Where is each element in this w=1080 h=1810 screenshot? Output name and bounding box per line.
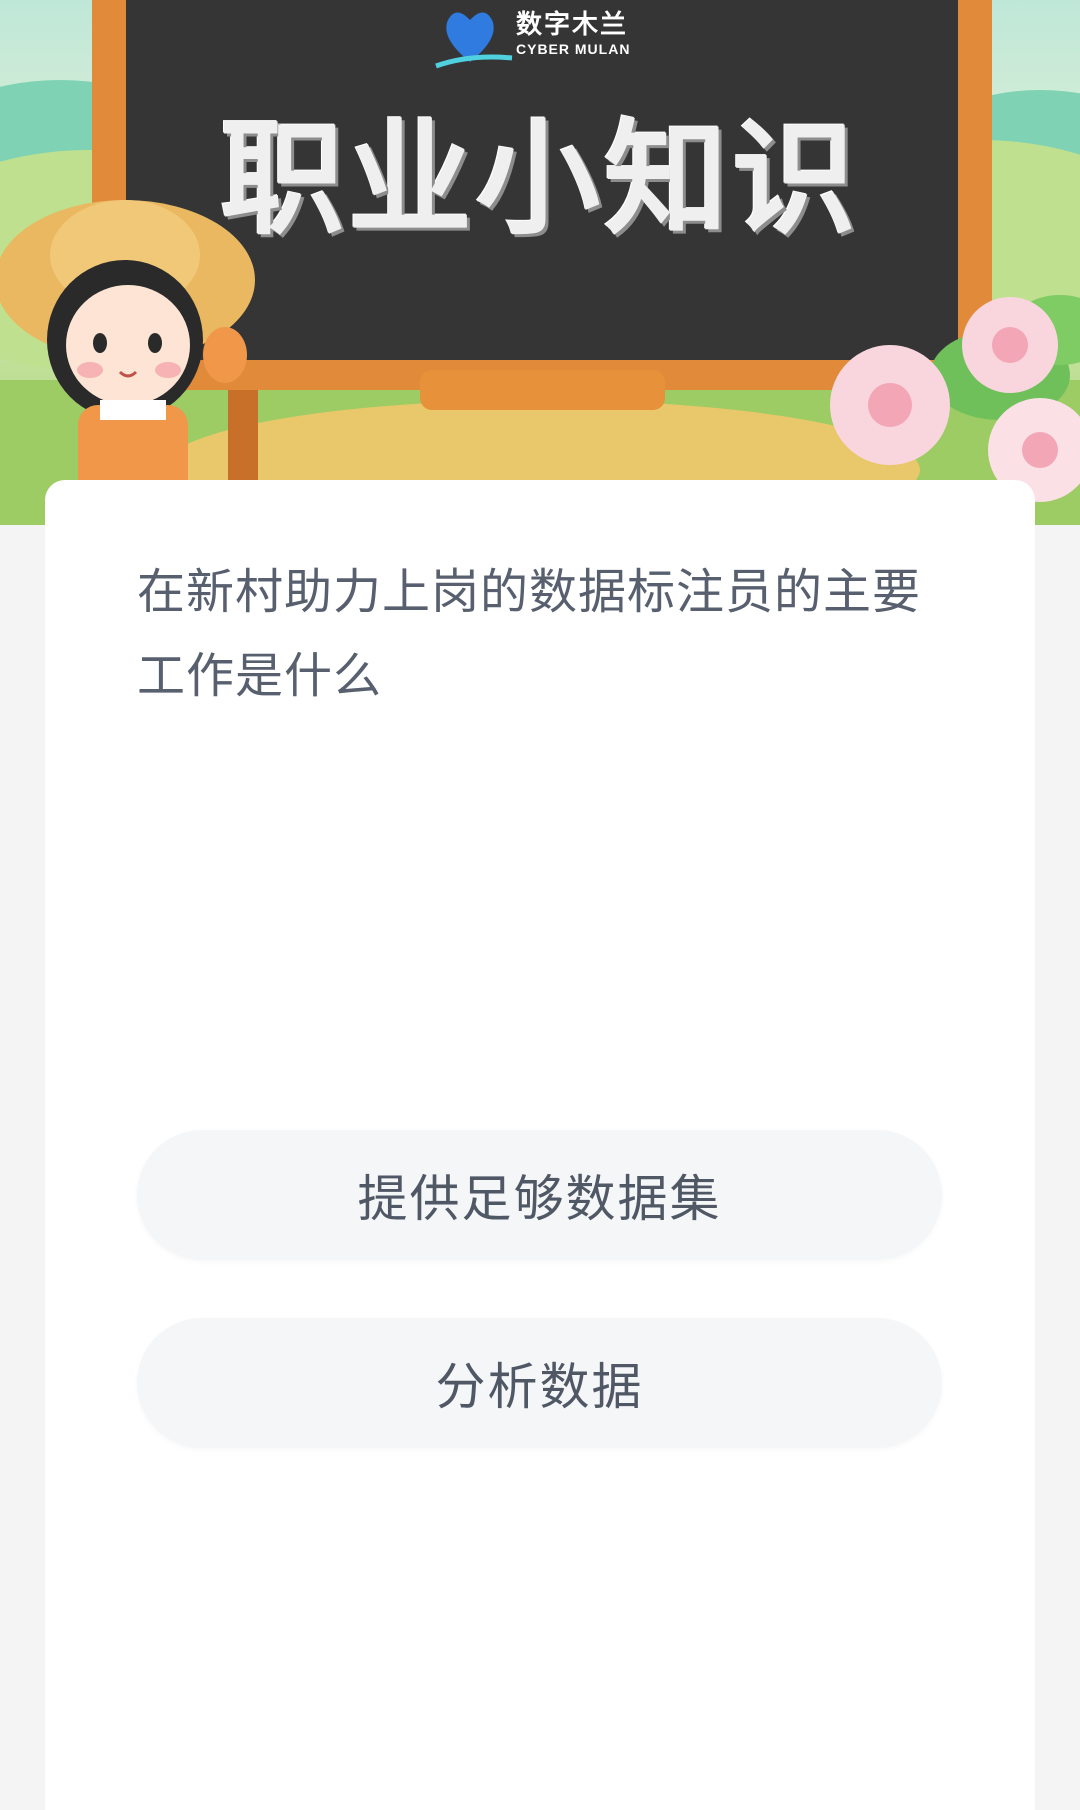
cyber-mulan-logo: 数字木兰 CYBER MULAN: [516, 12, 630, 56]
answer-option-1[interactable]: 提供足够数据集: [137, 1130, 942, 1260]
girl-eye-right: [148, 333, 162, 353]
girl-face: [66, 285, 190, 405]
banner-title: 职业小知识: [219, 108, 860, 252]
header-banner: 数字木兰 CYBER MULAN 职业小知识: [0, 0, 1080, 525]
girl-waving-arm: [203, 327, 247, 383]
flower-1-center: [868, 383, 912, 427]
girl-collar: [100, 400, 166, 420]
question-text: 在新村助力上岗的数据标注员的主要工作是什么: [137, 564, 922, 704]
logo-name-en: CYBER MULAN: [516, 41, 631, 57]
chalk-tray: [420, 370, 665, 410]
banner-illustration: [0, 0, 1080, 525]
girl-cheek-left: [77, 362, 103, 378]
girl-eye-left: [93, 333, 107, 353]
answer-option-2[interactable]: 分析数据: [137, 1318, 942, 1448]
question-card: 在新村助力上岗的数据标注员的主要工作是什么 提供足够数据集 分析数据: [45, 480, 1035, 1810]
logo-name-cn: 数字木兰: [516, 10, 629, 40]
flower-3-center: [1022, 432, 1058, 468]
flower-2-center: [992, 327, 1028, 363]
girl-cheek-right: [155, 362, 181, 378]
